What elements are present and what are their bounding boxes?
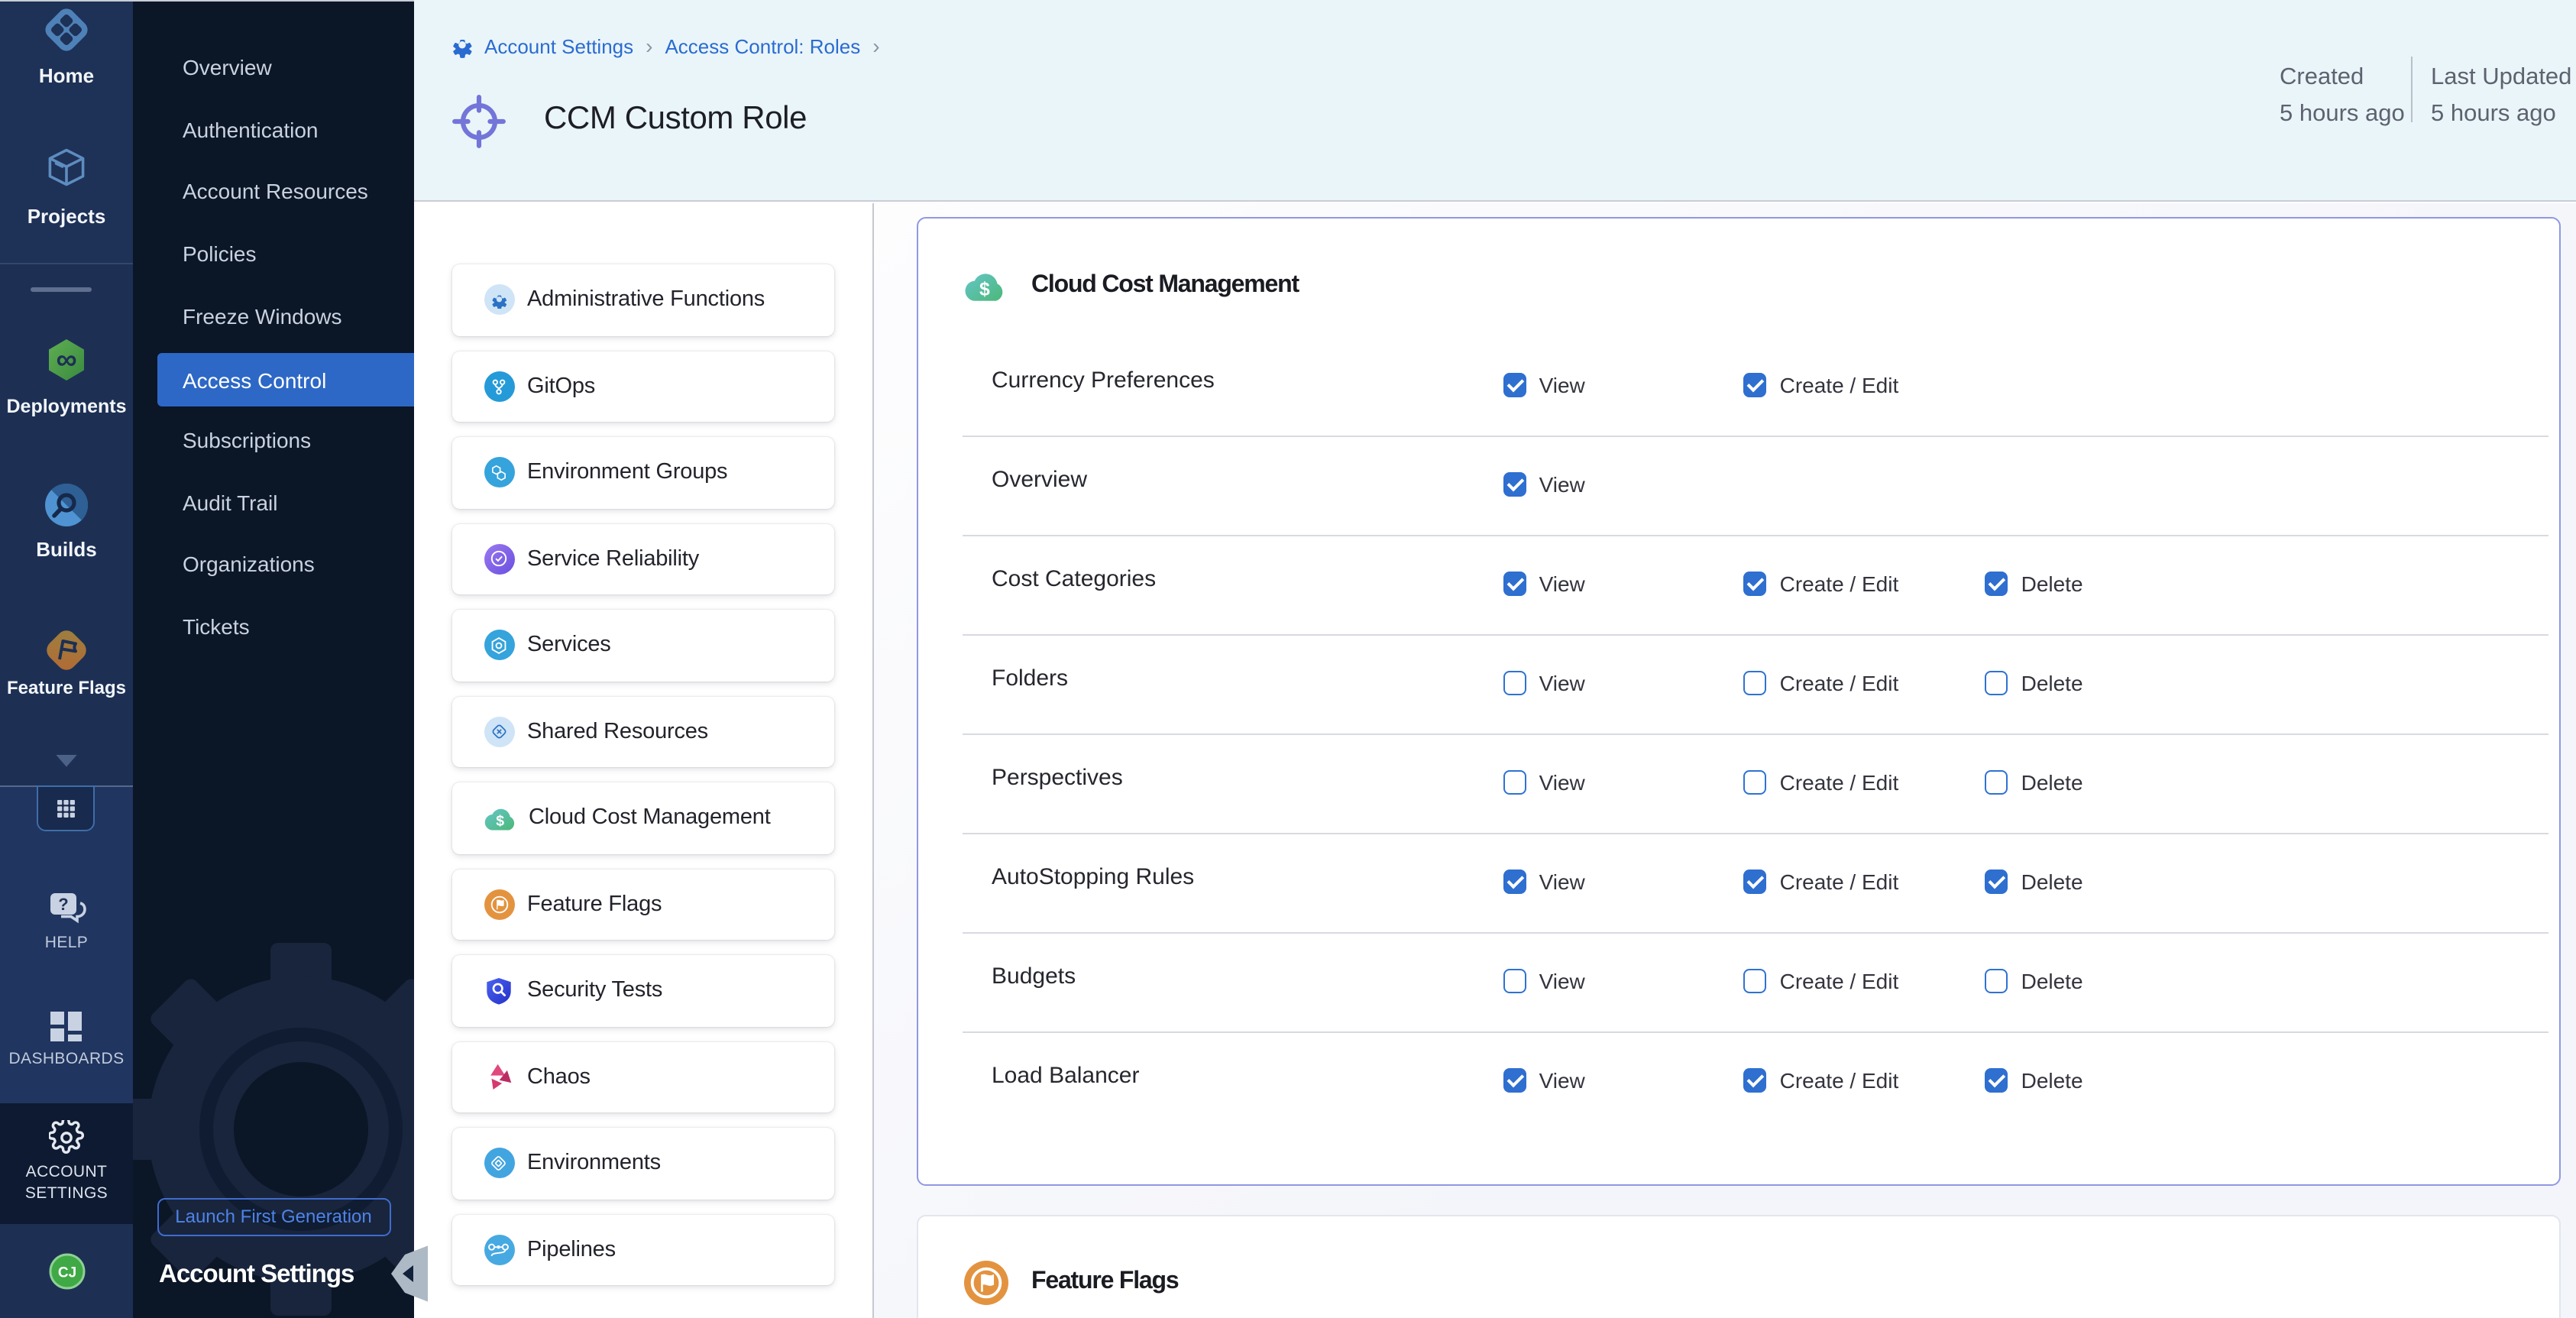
svg-text:$: $ [495,812,503,829]
svg-text:CJ: CJ [57,1265,76,1281]
svg-text:?: ? [57,895,67,914]
svg-text:∞: ∞ [56,344,76,376]
svg-text:$: $ [979,279,990,300]
